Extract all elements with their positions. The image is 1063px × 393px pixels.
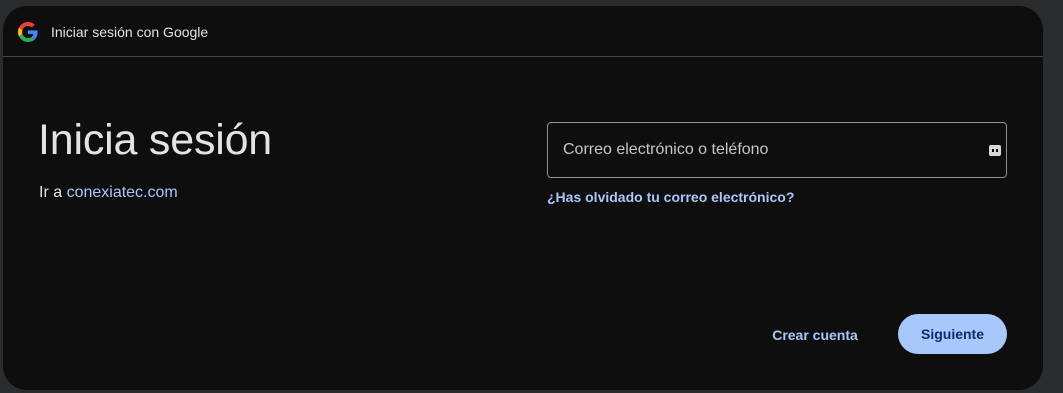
- goto-site-text: Ir a conexiatec.com: [39, 184, 178, 202]
- forgot-email-link[interactable]: ¿Has olvidado tu correo electrónico?: [547, 189, 794, 205]
- dialog-title: Iniciar sesión con Google: [51, 24, 209, 40]
- create-account-button[interactable]: Crear cuenta: [758, 315, 872, 355]
- dialog-titlebar: Iniciar sesión con Google: [3, 6, 1043, 57]
- email-input[interactable]: [548, 123, 1006, 177]
- autofill-key-icon[interactable]: [989, 145, 1001, 156]
- page-title: Inicia sesión: [38, 116, 273, 164]
- goto-prefix: Ir a: [39, 184, 67, 201]
- next-button[interactable]: Siguiente: [898, 314, 1007, 354]
- email-field[interactable]: [547, 122, 1007, 178]
- site-link[interactable]: conexiatec.com: [67, 184, 178, 201]
- google-g-icon: [18, 22, 38, 42]
- sign-in-dialog: Iniciar sesión con Google Inicia sesión …: [3, 6, 1043, 390]
